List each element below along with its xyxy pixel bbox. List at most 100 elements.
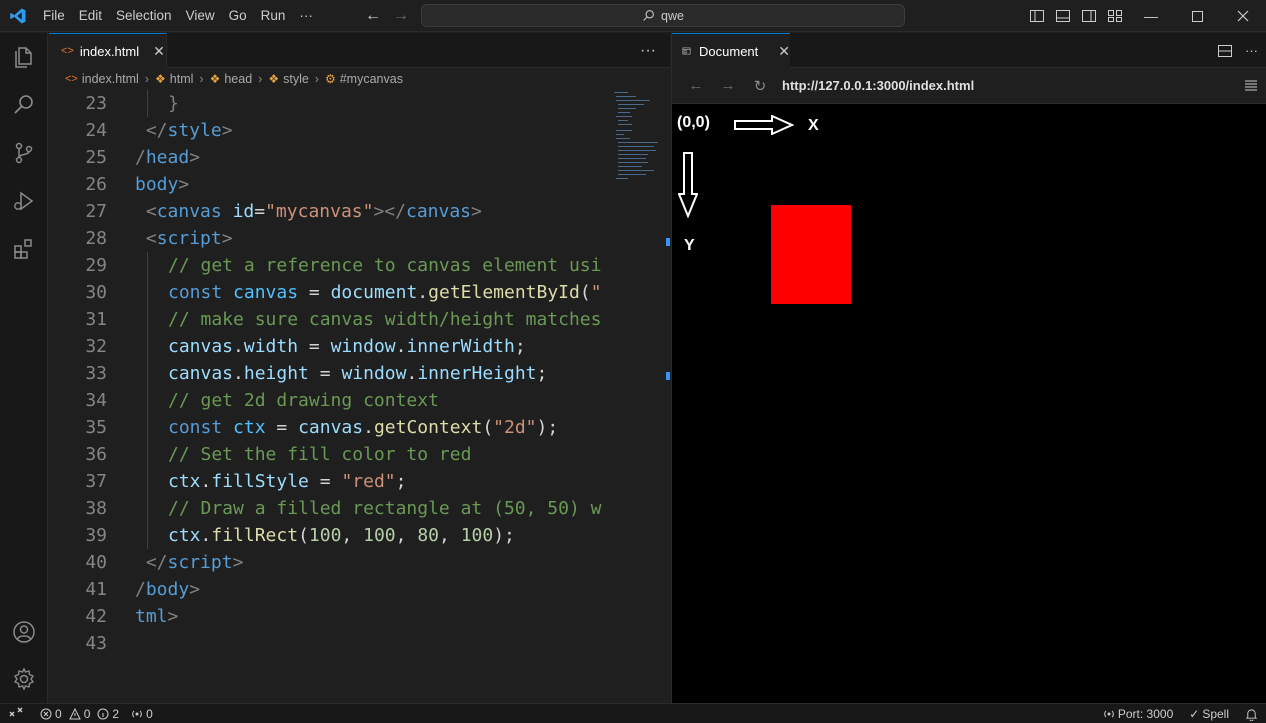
code-line[interactable]: 28 <script> [49,225,670,252]
code-line[interactable]: 38 // Draw a filled rectangle at (50, 50)… [49,495,670,522]
line-number: 31 [85,309,107,330]
maximize-icon[interactable] [1174,0,1220,32]
customize-layout-icon[interactable] [1102,0,1128,32]
code-lines: 23} 24 </style> 25/head> 26 body> 27 <canvas … [49,90,670,657]
info-count: 2 [112,706,120,721]
split-editor-icon[interactable] [1217,43,1233,59]
tab-label: index.html [79,43,140,59]
editor-more-actions-icon[interactable]: ··· [640,33,656,68]
close-tab-icon[interactable]: ✕ [778,43,790,60]
code-line[interactable]: 37 ctx.fillStyle = "red"; [49,468,670,495]
breadcrumb-item[interactable]: index.html [82,72,139,86]
chevron-right-icon: › [258,72,263,86]
explorer-icon[interactable] [0,33,48,81]
broadcast-icon [132,710,142,717]
code-line[interactable]: 39 ctx.fillRect(100, 100, 80, 100); [49,522,670,549]
minimize-icon[interactable]: — [1128,0,1174,32]
hamburger-menu-icon[interactable] [1244,78,1258,92]
code-line[interactable]: 40 </script> [49,549,670,576]
back-arrow-icon[interactable]: ← [362,7,384,25]
line-number: 27 [85,201,107,222]
code-line[interactable]: 23} [49,90,670,117]
breadcrumb-item[interactable]: head [224,72,252,86]
code-line[interactable]: 27 <canvas id="mycanvas"></canvas> [49,198,670,225]
code-text: // Draw a filled rectangle at (50, 50) w [168,498,602,519]
code-line[interactable]: 42 tml> [49,603,670,630]
line-number: 24 [85,120,107,141]
accounts-icon[interactable] [0,608,48,656]
close-tab-icon[interactable]: ✕ [153,43,165,60]
tab-document[interactable]: Document ✕ [672,33,790,68]
history-nav: ← → [362,0,412,32]
line-number: 38 [85,498,107,519]
problems-status[interactable]: 0 0 2 [40,707,119,721]
broadcast-icon [1104,710,1114,718]
code-line[interactable]: 33 canvas.height = window.innerHeight; [49,360,670,387]
browser-back-icon[interactable]: ← [680,77,712,94]
run-and-debug-icon[interactable] [0,177,48,225]
code-line[interactable]: 24 </style> [49,117,670,144]
remote-icon[interactable] [0,704,32,723]
menu-more[interactable]: ··· [292,0,320,32]
forward-arrow-icon[interactable]: → [390,7,412,25]
spell-check-status[interactable]: ✓ Spell [1189,707,1229,721]
editor-tabs: <> index.html ✕ ··· [49,33,670,68]
search-view-icon[interactable] [0,81,48,129]
toggle-secondary-sidebar-icon[interactable] [1076,0,1102,32]
code-line[interactable]: 34 // get 2d drawing context [49,387,670,414]
code-line[interactable]: 31 // make sure canvas width/height match… [49,306,670,333]
code-editor[interactable]: 23} 24 </style> 25/head> 26 body> 27 <canvas … [49,90,670,702]
code-line[interactable]: 41/body> [49,576,670,603]
minimap[interactable] [606,90,670,702]
toggle-primary-sidebar-icon[interactable] [1024,0,1050,32]
code-line[interactable]: 25/head> [49,144,670,171]
ports-count: 0 [146,706,153,721]
notifications-bell-icon[interactable] [1245,708,1258,721]
menu-edit[interactable]: Edit [72,0,109,32]
url-field[interactable]: http://127.0.0.1:3000/index.html [782,78,974,93]
code-text: // get 2d drawing context [168,390,439,411]
code-line[interactable]: 30 const canvas = document.getElementById… [49,279,670,306]
line-number: 30 [85,282,107,303]
browser-forward-icon[interactable]: → [712,77,744,94]
code-text: tml> [135,606,179,627]
code-line[interactable]: 43 [49,630,670,657]
menu-view[interactable]: View [179,0,222,32]
line-number: 28 [85,228,107,249]
line-number: 26 [85,174,107,195]
check-icon: ✓ [1189,707,1200,721]
search-icon [643,10,654,21]
code-text: <script> [145,228,233,249]
line-number: 25 [85,147,107,168]
menu-go[interactable]: Go [222,0,254,32]
menu-selection[interactable]: Selection [109,0,179,32]
preview-more-actions-icon[interactable]: ··· [1245,43,1258,58]
extensions-icon[interactable] [0,225,48,273]
code-line[interactable]: 29 // get a reference to canvas element u… [49,252,670,279]
line-number: 35 [85,417,107,438]
breadcrumb-item[interactable]: style [283,72,309,86]
line-number: 40 [85,552,107,573]
code-line[interactable]: 35 const ctx = canvas.getContext("2d"); [49,414,670,441]
live-server-port[interactable]: Port: 3000 [1103,707,1173,721]
menu-file[interactable]: File [36,0,72,32]
code-line[interactable]: 36 // Set the fill color to red [49,441,670,468]
html-file-icon: <> [61,45,74,57]
menu-run[interactable]: Run [254,0,293,32]
ports-status[interactable]: 0 [131,707,153,721]
breadcrumb-item[interactable]: #mycanvas [340,72,403,86]
breadcrumb-item[interactable]: html [170,72,194,86]
reload-icon[interactable]: ↻ [744,77,776,95]
preview-icon [682,47,691,55]
command-center-search[interactable]: qwe [421,4,905,27]
line-number: 36 [85,444,107,465]
tab-index-html[interactable]: <> index.html ✕ [49,33,167,68]
source-control-icon[interactable] [0,129,48,177]
manage-gear-icon[interactable] [0,655,48,703]
close-window-icon[interactable] [1220,0,1266,32]
code-line[interactable]: 32 canvas.width = window.innerWidth; [49,333,670,360]
toggle-panel-icon[interactable] [1050,0,1076,32]
code-line[interactable]: 26 body> [49,171,670,198]
tab-label: Document [699,43,759,59]
line-number: 37 [85,471,107,492]
